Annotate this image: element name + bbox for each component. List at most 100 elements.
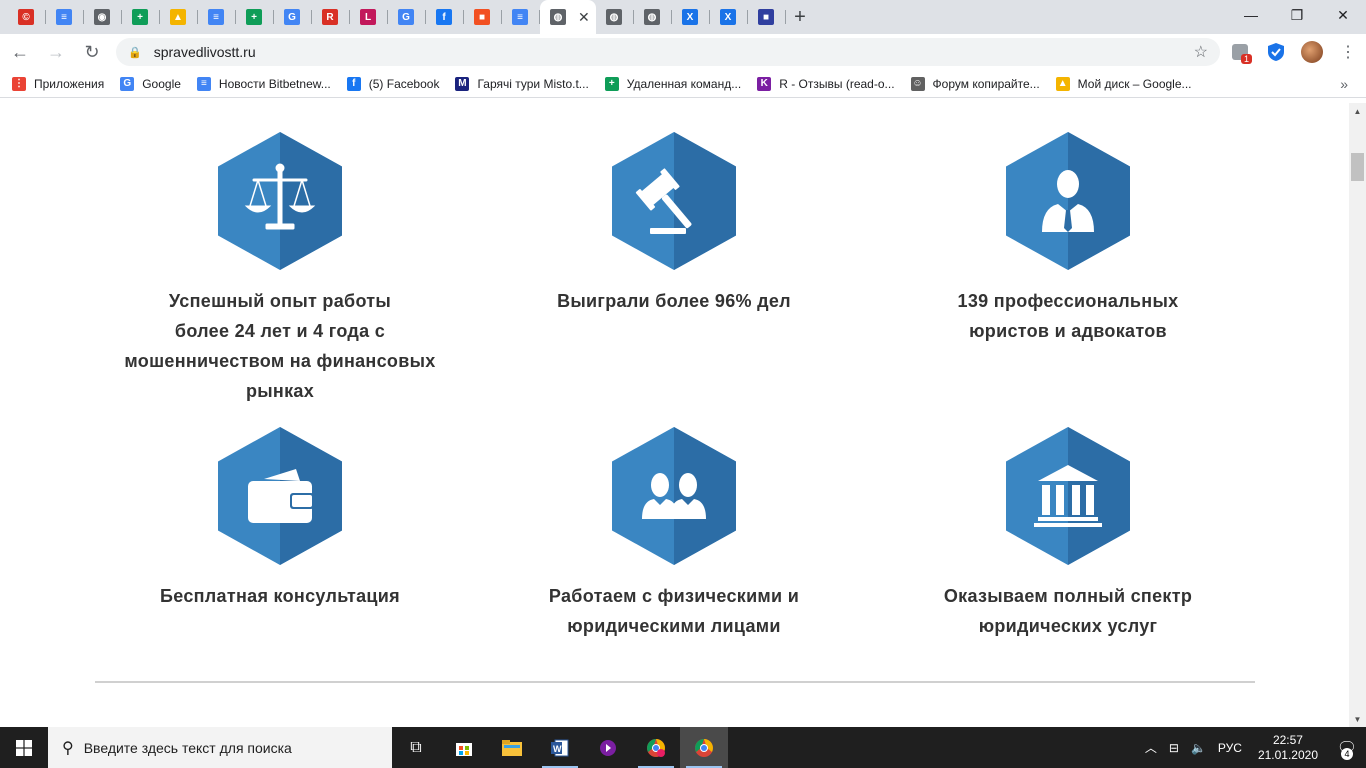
bookmark-item[interactable]: f (5) Facebook — [346, 76, 439, 91]
restore-icon[interactable]: ❐ — [1274, 0, 1320, 30]
word-icon[interactable]: W — [536, 727, 584, 768]
task-view-icon[interactable]: ⧉ — [392, 727, 440, 768]
clock[interactable]: 22:57 21.01.2020 — [1258, 733, 1318, 763]
taskbar-search-box[interactable]: ⚲ Введите здесь текст для поиска — [48, 727, 392, 768]
browser-tab[interactable]: ◍ ✕ — [540, 0, 596, 34]
cat-icon: ☺ — [910, 76, 925, 91]
store-icon[interactable] — [440, 727, 488, 768]
bookmark-item[interactable]: M Гарячі тури Misto.t... — [455, 76, 589, 91]
misto-icon: M — [455, 76, 470, 91]
bookmark-star-icon[interactable]: ☆ — [1194, 42, 1208, 62]
windows-start-icon[interactable] — [0, 727, 48, 768]
bookmark-item[interactable]: ☺ Форум копирайте... — [910, 76, 1040, 91]
language-indicator[interactable]: РУС — [1218, 741, 1242, 755]
feature-text: Оказываем полный спектр юридических услуг — [871, 581, 1265, 641]
browser-tab[interactable]: ©100 — [8, 0, 46, 34]
browser-tab[interactable]: +Уда — [122, 0, 160, 34]
feature-text-line: юридических услуг — [978, 616, 1158, 636]
more-bookmarks-icon[interactable]: » — [1340, 76, 1348, 92]
close-tab-icon[interactable]: ✕ — [578, 9, 590, 26]
bookmark-item[interactable]: ≡ Новости Bitbetnew... — [196, 76, 331, 91]
sheets-icon: + — [604, 76, 619, 91]
listorg-icon: L — [360, 9, 376, 25]
audiobook-icon[interactable] — [584, 727, 632, 768]
feature-text-line: юридическими лицами — [567, 616, 781, 636]
google-icon: G — [284, 9, 300, 25]
browser-tab[interactable]: GСРО — [274, 0, 312, 34]
profile-avatar[interactable] — [1296, 36, 1328, 68]
feature-text: Бесплатная консультация — [83, 581, 477, 611]
bookmark-item[interactable]: K R - Отзывы (read-o... — [757, 76, 895, 91]
new-tab-button[interactable]: + — [786, 0, 814, 34]
translate-icon: G — [398, 9, 414, 25]
browser-tab[interactable]: ◍Мо — [634, 0, 672, 34]
clock-date: 21.01.2020 — [1257, 747, 1318, 762]
browser-tab[interactable]: ▲Мо — [160, 0, 198, 34]
browser-tab[interactable]: f(21 — [426, 0, 464, 34]
forward-icon[interactable]: → — [40, 36, 72, 68]
apps-grid-icon: ⋮ — [12, 76, 26, 91]
docs-icon: ≡ — [56, 9, 72, 25]
feature-text-line: юристов и адвокатов — [969, 321, 1167, 341]
shield-icon[interactable] — [1260, 36, 1292, 68]
network-icon[interactable]: ⊟ — [1169, 741, 1179, 755]
browser-tab[interactable]: LСРО — [350, 0, 388, 34]
feature-wallet: Бесплатная консультация — [83, 427, 477, 611]
lock-icon[interactable]: 🔒 — [128, 46, 142, 59]
menu-icon[interactable]: ⋮ — [1332, 36, 1364, 68]
tab-strip: ©100≡ТЗ◉Ант+Уда▲Мо≡Но+ОтчGСРОRОтзLСРОGGo… — [0, 0, 1366, 34]
browser-tab[interactable]: GGo — [388, 0, 426, 34]
browser-tab[interactable]: ≡Фо — [502, 0, 540, 34]
chrome-profile-icon[interactable] — [632, 727, 680, 768]
feature-text-line: Выиграли более 96% дел — [557, 291, 791, 311]
browser-tab[interactable]: ■Dat — [464, 0, 502, 34]
url-text[interactable]: spravedlivostt.ru — [154, 44, 1194, 60]
browser-tab[interactable]: XПо — [710, 0, 748, 34]
bookmark-label: Гарячі тури Misto.t... — [477, 76, 589, 91]
bookmark-item[interactable]: + Удаленная команд... — [604, 76, 741, 91]
notifications-icon[interactable]: 🗨 4 — [1328, 727, 1366, 768]
back-icon[interactable]: ← — [4, 36, 36, 68]
browser-tab[interactable]: RОтз — [312, 0, 350, 34]
bookmark-item[interactable]: ⋮ Приложения — [12, 76, 104, 91]
browser-tab[interactable]: XПо — [672, 0, 710, 34]
address-bar[interactable]: 🔒 spravedlivostt.ru ☆ — [116, 38, 1220, 66]
wallet-icon — [218, 427, 342, 565]
docs-icon: ≡ — [196, 76, 211, 91]
facebook-icon: f — [346, 76, 361, 91]
scrollbar-thumb[interactable] — [1351, 153, 1364, 181]
file-explorer-icon[interactable] — [488, 727, 536, 768]
browser-tab[interactable]: +Отч — [236, 0, 274, 34]
drive-icon: ▲ — [170, 9, 186, 25]
volume-icon[interactable]: 🔈 — [1191, 741, 1206, 755]
chrome-icon[interactable] — [680, 727, 728, 768]
feature-text-line: рынках — [245, 381, 315, 401]
browser-tab[interactable]: ■МИ — [748, 0, 786, 34]
feature-text-line: Оказываем полный спектр — [943, 586, 1193, 606]
eye-icon: ◉ — [94, 9, 110, 25]
bookmark-item[interactable]: ▲ Мой диск – Google... — [1055, 76, 1192, 91]
extension-icon[interactable]: 1 — [1224, 36, 1256, 68]
windows-taskbar: ⚲ Введите здесь текст для поиска ⧉ W ︿ ⊟… — [0, 727, 1366, 768]
feature-text: Работаем с физическими и юридическими лиц… — [477, 581, 871, 641]
square-icon: ■ — [758, 9, 774, 25]
scroll-up-icon[interactable]: ▲ — [1349, 103, 1366, 119]
docs-icon: ≡ — [512, 9, 528, 25]
browser-tab[interactable]: ≡ТЗ — [46, 0, 84, 34]
scroll-down-icon[interactable]: ▼ — [1349, 711, 1366, 727]
courthouse-icon — [1006, 427, 1130, 565]
browser-tab[interactable]: ≡Но — [198, 0, 236, 34]
reload-icon[interactable]: ↻ — [76, 36, 108, 68]
scales-icon — [218, 132, 342, 270]
bookmark-item[interactable]: G Google — [120, 76, 181, 91]
browser-tab[interactable]: ◉Ант — [84, 0, 122, 34]
bookmark-label: R - Отзывы (read-o... — [779, 76, 895, 91]
drive-icon: ▲ — [1055, 76, 1070, 91]
page-scrollbar[interactable]: ▲ ▼ — [1349, 103, 1366, 727]
tab-list: ©100≡ТЗ◉Ант+Уда▲Мо≡Но+ОтчGСРОRОтзLСРОGGo… — [0, 0, 786, 34]
feature-text-line: Работаем с физическими и — [548, 586, 800, 606]
browser-tab[interactable]: ◍345 — [596, 0, 634, 34]
close-window-icon[interactable]: ✕ — [1320, 0, 1366, 30]
tray-chevron-icon[interactable]: ︿ — [1145, 739, 1157, 756]
minimize-icon[interactable]: — — [1228, 0, 1274, 30]
